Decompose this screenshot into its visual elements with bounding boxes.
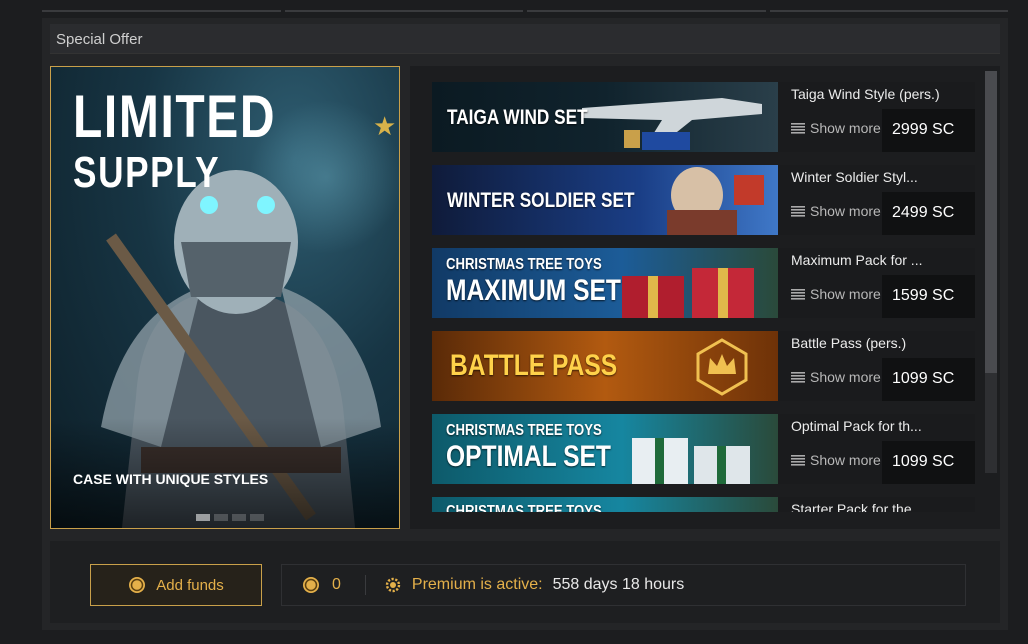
carousel-dot[interactable] (214, 514, 228, 521)
rifle-artwork (582, 98, 762, 150)
show-more-link[interactable]: Show more (791, 120, 881, 136)
special-offer-panel: Special Offer ★ LIMITED SUPPLY CASE WITH… (42, 18, 1008, 630)
premium-time-remaining: 558 days 18 hours (552, 576, 685, 593)
promo-title-line2: SUPPLY (73, 148, 221, 197)
offer-banner: WINTER SOLDIER SET (432, 165, 778, 235)
offer-banner: BATTLE PASS (432, 331, 778, 401)
offer-name: Taiga Wind Style (pers.) (791, 86, 940, 102)
list-icon (791, 454, 805, 466)
gift-boxes-artwork (632, 438, 750, 484)
offer-price[interactable]: 1099 SC (882, 441, 975, 484)
show-more-label: Show more (810, 452, 881, 468)
offer-row-taiga-wind[interactable]: TAIGA WIND SET Taiga Wind Style (pers.) … (432, 82, 975, 152)
offer-row-optimal-set[interactable]: CHRISTMAS TREE TOYS OPTIMAL SET Optimal … (432, 414, 975, 484)
carousel-dot[interactable] (250, 514, 264, 521)
premium-gear-icon (385, 577, 401, 593)
add-funds-button[interactable]: Add funds (90, 564, 262, 606)
sc-balance: 0 (332, 576, 341, 593)
offer-list-scrollbar[interactable] (985, 71, 997, 473)
show-more-label: Show more (810, 286, 881, 302)
star-ornament-icon: ★ (373, 111, 397, 141)
offer-banner: CHRISTMAS TREE TOYS MAXIMUM SET (432, 248, 778, 318)
offer-row-winter-soldier[interactable]: WINTER SOLDIER SET Winter Soldier Styl..… (432, 165, 975, 235)
premium-status-label: Premium is active: (411, 576, 543, 593)
offer-name: Winter Soldier Styl... (791, 169, 918, 185)
offer-price[interactable]: 1599 SC (882, 275, 975, 318)
show-more-link[interactable]: Show more (791, 452, 881, 468)
add-funds-label: Add funds (156, 576, 224, 594)
list-icon (791, 205, 805, 217)
crown-badge-icon (696, 338, 748, 396)
list-icon (791, 122, 805, 134)
divider (364, 575, 366, 595)
show-more-label: Show more (810, 203, 881, 219)
promo-caption: CASE WITH UNIQUE STYLES (73, 471, 269, 487)
gift-boxes-artwork (622, 268, 754, 318)
show-more-link[interactable]: Show more (791, 286, 881, 302)
offer-row-maximum-set[interactable]: CHRISTMAS TREE TOYS MAXIMUM SET Maximum … (432, 248, 975, 318)
carousel-dot[interactable] (196, 514, 210, 521)
offer-row-battle-pass[interactable]: BATTLE PASS Battle Pass (pers.) Show mor… (432, 331, 975, 401)
panel-header: Special Offer (50, 24, 1000, 54)
offer-price[interactable]: 1099 SC (882, 358, 975, 401)
promo-title-line1: LIMITED (73, 83, 277, 150)
list-icon (791, 371, 805, 383)
show-more-label: Show more (810, 369, 881, 385)
banner-subtitle: CHRISTMAS TREE TOYS (446, 422, 602, 439)
offer-banner: CHRISTMAS TREE TOYS OPTIMAL SET (432, 414, 778, 484)
offer-name: Battle Pass (pers.) (791, 335, 907, 351)
show-more-label: Show more (810, 120, 881, 136)
offer-price[interactable]: 2499 SC (882, 192, 975, 235)
offer-list: TAIGA WIND SET Taiga Wind Style (pers.) … (432, 82, 975, 512)
offer-name: Optimal Pack for th... (791, 418, 922, 434)
offer-info: Maximum Pack for ... Show more 1599 SC (778, 248, 975, 318)
offer-row-starter-pack[interactable]: CHRISTMAS TREE TOYS Starter Pack for the (432, 497, 975, 512)
offer-banner: CHRISTMAS TREE TOYS (432, 497, 778, 512)
offer-price[interactable]: 2999 SC (882, 109, 975, 152)
offer-name: Maximum Pack for ... (791, 252, 923, 268)
wallet-footer: Add funds 0 Premium is active: 558 days … (50, 541, 1000, 623)
offer-info: Starter Pack for the (778, 497, 975, 512)
wallet-status: 0 Premium is active: 558 days 18 hours (281, 564, 966, 606)
soldier-portrait-artwork (667, 167, 764, 235)
featured-promo-card[interactable]: ★ LIMITED SUPPLY CASE WITH UNIQUE STYLES (50, 66, 400, 529)
banner-title: BATTLE PASS (450, 349, 618, 382)
offer-info: Winter Soldier Styl... Show more 2499 SC (778, 165, 975, 235)
offer-name: Starter Pack for the (791, 501, 912, 512)
sc-coin-icon (129, 577, 146, 593)
top-tab-strip (42, 0, 1008, 12)
banner-title: MAXIMUM SET (446, 274, 621, 307)
banner-title: WINTER SOLDIER SET (447, 189, 635, 212)
offer-list-frame: TAIGA WIND SET Taiga Wind Style (pers.) … (410, 66, 1000, 529)
top-tab[interactable] (769, 0, 1008, 12)
banner-title: OPTIMAL SET (446, 440, 611, 473)
offer-info: Battle Pass (pers.) Show more 1099 SC (778, 331, 975, 401)
offer-banner: TAIGA WIND SET (432, 82, 778, 152)
offer-info: Optimal Pack for th... Show more 1099 SC (778, 414, 975, 484)
carousel-dot[interactable] (232, 514, 246, 521)
show-more-link[interactable]: Show more (791, 369, 881, 385)
show-more-link[interactable]: Show more (791, 203, 881, 219)
banner-subtitle: CHRISTMAS TREE TOYS (446, 256, 602, 273)
banner-title: TAIGA WIND SET (447, 106, 588, 129)
sc-coin-icon (303, 577, 319, 593)
offer-info: Taiga Wind Style (pers.) Show more 2999 … (778, 82, 975, 152)
top-tab[interactable] (42, 0, 281, 12)
top-tab[interactable] (527, 0, 766, 12)
scrollbar-thumb[interactable] (985, 71, 997, 373)
banner-subtitle: CHRISTMAS TREE TOYS (446, 503, 602, 512)
panel-title: Special Offer (56, 31, 143, 48)
top-tab[interactable] (284, 0, 523, 12)
list-icon (791, 288, 805, 300)
carousel-dots (196, 514, 264, 521)
